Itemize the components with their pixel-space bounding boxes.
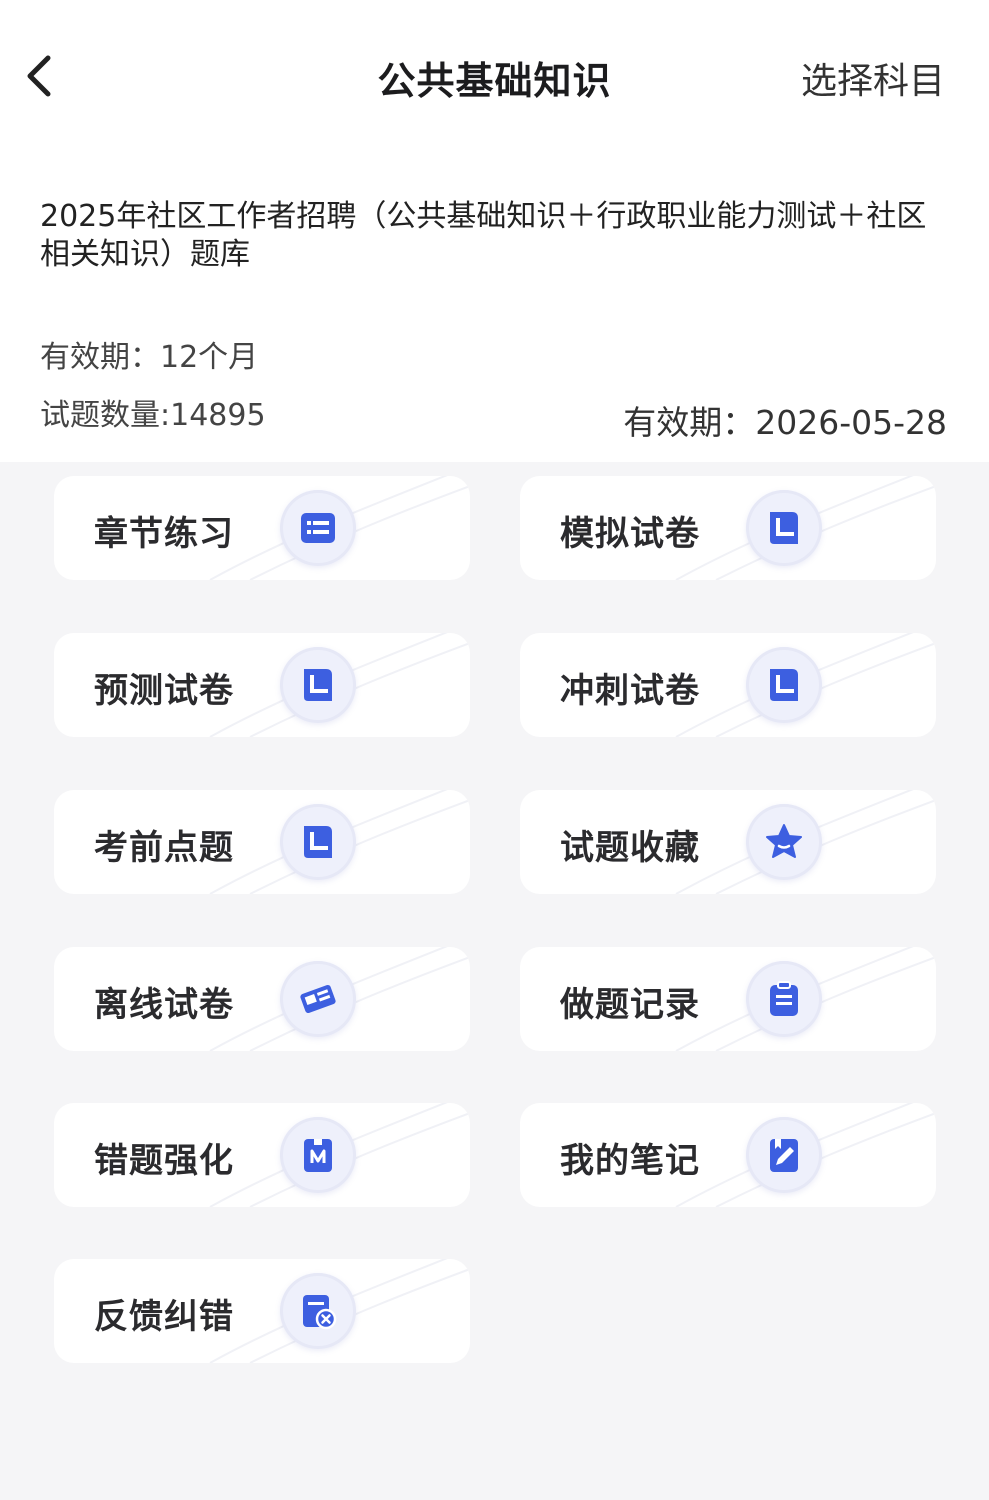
menu-card-key-points[interactable]: 考前点题 [54,790,470,894]
menu-label: 试题收藏 [560,828,700,868]
menu-card-wrong-questions[interactable]: 错题强化 [54,1103,470,1207]
bookmark-icon [280,1117,356,1193]
menu-card-offline-exam[interactable]: 离线试卷 [54,947,470,1051]
question-bank-title: 2025年社区工作者招聘（公共基础知识＋行政职业能力测试＋社区相关知识）题库 [40,199,927,272]
nav-bar: 公共基础知识 选择科目 [0,30,989,122]
header-panel: 公共基础知识 选择科目 2025年社区工作者招聘（公共基础知识＋行政职业能力测试… [0,0,989,462]
menu-label: 考前点题 [94,828,234,868]
report-error-icon [280,1273,356,1349]
menu-card-favorites[interactable]: 试题收藏 [520,790,936,894]
menu-card-mock-exam[interactable]: 模拟试卷 [520,476,936,580]
star-icon [746,804,822,880]
menu-label: 做题记录 [560,985,700,1025]
menu-card-forecast-exam[interactable]: 预测试卷 [54,633,470,737]
clipboard-icon [746,961,822,1037]
validity-period: 有效期：12个月 [40,340,259,375]
select-subject-button[interactable]: 选择科目 [801,52,945,104]
paper-icon [280,804,356,880]
menu-card-chapter-practice[interactable]: 章节练习 [54,476,470,580]
menu-label: 反馈纠错 [94,1297,234,1337]
paper-icon [746,490,822,566]
menu-card-practice-history[interactable]: 做题记录 [520,947,936,1051]
note-pen-icon [746,1117,822,1193]
back-button[interactable] [14,48,66,104]
menu-card-my-notes[interactable]: 我的笔记 [520,1103,936,1207]
expire-date: 有效期：2026-05-28 [623,403,947,442]
menu-card-sprint-exam[interactable]: 冲刺试卷 [520,633,936,737]
ticket-icon [280,961,356,1037]
menu-label: 离线试卷 [94,985,234,1025]
menu-label: 章节练习 [94,514,234,554]
question-count: 试题数量:14895 [40,398,266,433]
menu-card-feedback[interactable]: 反馈纠错 [54,1259,470,1363]
menu-label: 我的笔记 [560,1141,700,1181]
menu-label: 模拟试卷 [560,514,700,554]
paper-icon [280,647,356,723]
list-icon [280,490,356,566]
menu-label: 冲刺试卷 [560,671,700,711]
menu-label: 预测试卷 [94,671,234,711]
menu-label: 错题强化 [94,1141,234,1181]
paper-icon [746,647,822,723]
chevron-left-icon [27,55,51,97]
